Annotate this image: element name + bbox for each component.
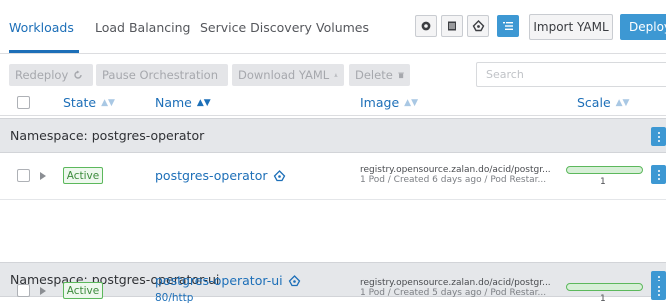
list-view-button[interactable]: [441, 15, 463, 37]
status-badge: Active: [63, 282, 103, 299]
import-yaml-button[interactable]: Import YAML: [529, 14, 613, 40]
pause-orchestration-label: Pause Orchestration: [102, 68, 218, 82]
deploy-button[interactable]: Deploy: [620, 14, 666, 40]
sort-icon: ▲▼: [404, 97, 418, 108]
table-row: Active postgres-operator-ui 80/http regi…: [0, 273, 666, 306]
tab-volumes[interactable]: Volumes: [316, 20, 369, 35]
image-header-label: Image: [360, 95, 400, 110]
state-header-label: State: [63, 95, 97, 110]
row-menu-button[interactable]: [651, 165, 666, 184]
image-column-header[interactable]: Image ▲▼: [360, 95, 418, 110]
name-column-header[interactable]: Name ▲▼: [155, 95, 211, 110]
kebab-dot: [657, 131, 660, 134]
namespace-menu-button[interactable]: [651, 127, 666, 146]
sort-icon: ▲▼: [615, 97, 630, 108]
namespace-group-header: Namespace: postgres-operator: [0, 118, 666, 153]
stack-view-button[interactable]: [467, 15, 489, 37]
kebab-dot: [657, 135, 660, 138]
kebab-dot: [657, 169, 660, 172]
workload-detail: 1 Pod / Created 5 days ago / Pod Restar.…: [360, 288, 547, 298]
delete-label: Delete: [355, 68, 393, 82]
workload-port-link[interactable]: 80/http: [155, 292, 193, 304]
namespace-label: Namespace: postgres-operator: [10, 128, 205, 143]
search-input[interactable]: Search: [476, 62, 666, 87]
workload-name-link[interactable]: postgres-operator-ui: [155, 273, 301, 288]
kebab-dot: [657, 285, 660, 288]
sort-icon: ▲▼: [196, 97, 211, 108]
download-icon: [334, 73, 338, 77]
kebab-dot: [657, 177, 660, 180]
redeploy-button[interactable]: Redeploy: [9, 64, 93, 86]
row-menu-button[interactable]: [651, 281, 666, 300]
kebab-dot: [657, 293, 660, 296]
pause-orchestration-button[interactable]: Pause Orchestration: [96, 64, 228, 86]
name-header-label: Name: [155, 95, 192, 110]
scale-column-header[interactable]: Scale ▲▼: [577, 95, 629, 110]
sort-icon: ▲▼: [101, 97, 115, 108]
scale-count: 1: [600, 294, 606, 304]
status-badge: Active: [63, 167, 103, 184]
download-yaml-label: Download YAML: [238, 68, 330, 82]
nav-divider: [0, 53, 666, 54]
row-checkbox[interactable]: [17, 169, 30, 182]
expand-row-icon[interactable]: [40, 287, 46, 295]
delete-button[interactable]: Delete: [349, 64, 410, 86]
row-checkbox[interactable]: [17, 284, 30, 297]
workload-type-icon: [273, 169, 285, 181]
image-name: registry.opensource.zalan.do/acid/postgr…: [360, 165, 550, 175]
expand-row-icon[interactable]: [40, 172, 46, 180]
row-divider: [0, 199, 666, 200]
redeploy-label: Redeploy: [15, 68, 69, 82]
scale-bar: [566, 166, 643, 174]
trash-icon: [398, 72, 404, 79]
stack-icon: [472, 20, 484, 32]
tab-workloads[interactable]: Workloads: [9, 20, 74, 35]
workload-name-label: postgres-operator: [155, 168, 268, 183]
workload-type-icon: [288, 274, 300, 286]
group-view-button[interactable]: [497, 15, 519, 37]
kebab-dot: [657, 275, 660, 278]
workload-detail: 1 Pod / Created 6 days ago / Pod Restar.…: [360, 175, 547, 185]
group-list-icon: [503, 22, 513, 30]
state-column-header[interactable]: State ▲▼: [63, 95, 115, 110]
redeploy-icon: [74, 70, 82, 79]
download-yaml-button[interactable]: Download YAML: [232, 64, 344, 86]
top-nav: Workloads Load Balancing Service Discove…: [0, 0, 666, 56]
kebab-dot: [657, 139, 660, 142]
table-row: Active postgres-operator registry.openso…: [0, 153, 666, 199]
select-all-checkbox[interactable]: [17, 96, 30, 109]
scale-header-label: Scale: [577, 95, 611, 110]
header-divider: [0, 115, 666, 116]
scale-bar: [566, 283, 643, 291]
gear-icon: [421, 21, 431, 31]
kebab-dot: [657, 289, 660, 292]
workload-name-link[interactable]: postgres-operator: [155, 168, 286, 183]
scale-count: 1: [600, 177, 606, 187]
tab-service-discovery[interactable]: Service Discovery: [200, 20, 312, 35]
image-name: registry.opensource.zalan.do/acid/postgr…: [360, 278, 550, 288]
gear-view-button[interactable]: [415, 15, 437, 37]
workload-name-label: postgres-operator-ui: [155, 273, 283, 288]
kebab-dot: [657, 173, 660, 176]
tab-load-balancing[interactable]: Load Balancing: [95, 20, 190, 35]
list-icon: [448, 21, 456, 31]
